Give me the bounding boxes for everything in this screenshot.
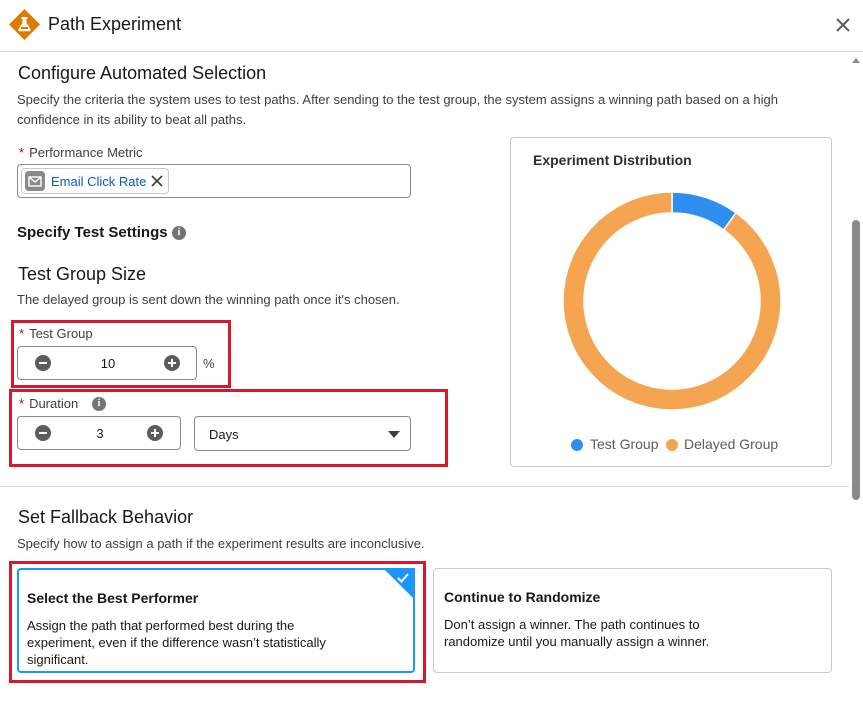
close-icon[interactable] — [832, 14, 854, 36]
legend-dot-delayed-group — [666, 439, 678, 451]
automated-selection-description-line2: confidence in its ability to beat all pa… — [17, 112, 247, 127]
flask-icon — [9, 9, 40, 40]
test-group-size-title: Test Group Size — [18, 264, 147, 284]
required-asterisk: * — [19, 145, 25, 160]
performance-metric-label: * Performance Metric — [19, 145, 142, 160]
legend-label-delayed-group: Delayed Group — [684, 436, 779, 452]
option-card-desc-line: randomize until you manually assign a wi… — [444, 634, 710, 649]
email-icon — [25, 171, 45, 191]
fallback-description: Specify how to assign a path if the expe… — [17, 536, 425, 551]
option-card-desc-line: Don’t assign a winner. The path continue… — [444, 617, 700, 632]
section-divider — [0, 486, 849, 487]
donut-slice-test-group — [671, 191, 738, 231]
automated-selection-title: Configure Automated Selection — [18, 63, 267, 83]
test-group-size-description: The delayed group is sent down the winni… — [17, 292, 400, 307]
option-card-title: Continue to Randomize — [444, 589, 601, 605]
option-card-randomize[interactable]: Continue to Randomize Don’t assign a win… — [433, 568, 832, 673]
performance-metric-label-text: Performance Metric — [29, 145, 143, 160]
modal-header: Path Experiment — [0, 0, 863, 52]
highlight-box-fallback — [9, 561, 426, 683]
legend-dot-test-group — [571, 439, 583, 451]
automated-selection-description-line1: Specify the criteria the system uses to … — [17, 92, 778, 107]
highlight-box-duration — [9, 389, 448, 467]
legend-label-test-group: Test Group — [590, 436, 659, 452]
performance-metric-field[interactable]: Email Click Rate — [17, 164, 411, 198]
test-settings-title: Specify Test Settings — [17, 224, 168, 241]
donut-chart — [562, 191, 782, 411]
test-settings-info-icon[interactable]: i — [172, 226, 186, 240]
highlight-box-test-group — [11, 320, 231, 388]
scrollbar-thumb[interactable] — [852, 220, 860, 500]
metric-pill[interactable]: Email Click Rate — [21, 168, 169, 194]
donut-slice-delayed-group — [562, 191, 782, 411]
remove-pill-icon[interactable] — [150, 174, 164, 188]
scroll-up-arrow-icon[interactable] — [852, 58, 860, 63]
fallback-title: Set Fallback Behavior — [18, 507, 194, 527]
experiment-distribution-card: Experiment Distribution Test Group Delay… — [510, 137, 832, 467]
option-card-description: Don’t assign a winner. The path continue… — [444, 616, 709, 650]
modal-title: Path Experiment — [48, 14, 182, 34]
metric-pill-label: Email Click Rate — [51, 174, 147, 189]
